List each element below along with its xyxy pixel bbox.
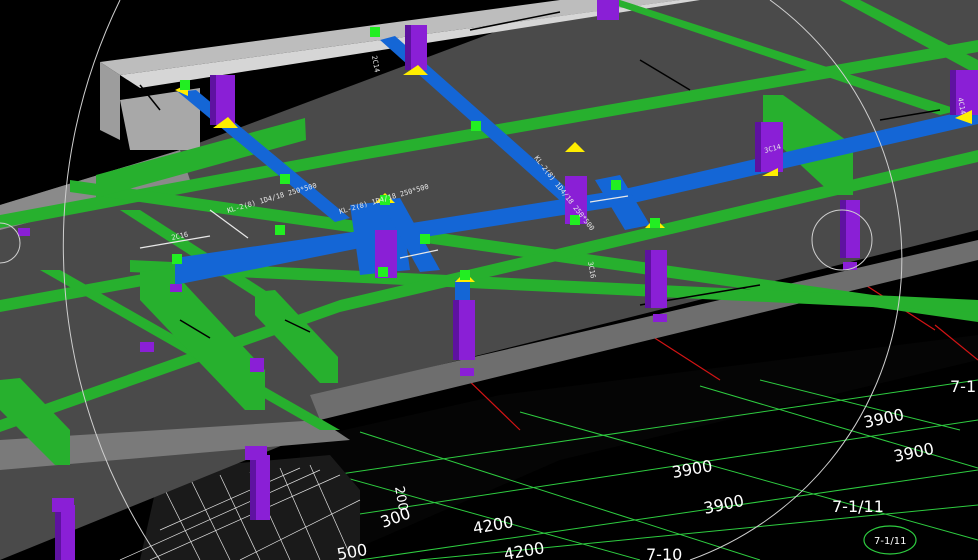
dim-7-1-11: 7-1/11: [832, 497, 884, 516]
bim-3d-viewport[interactable]: 2C14 3C14 2C16 4C14 3C16 KL-2(8) 1D4/18 …: [0, 0, 978, 560]
dim-7-10: 7-10: [646, 545, 682, 560]
dim-7-1-top: 7-1: [950, 377, 976, 396]
axis-bubble-label: 7-1/11: [874, 536, 906, 547]
